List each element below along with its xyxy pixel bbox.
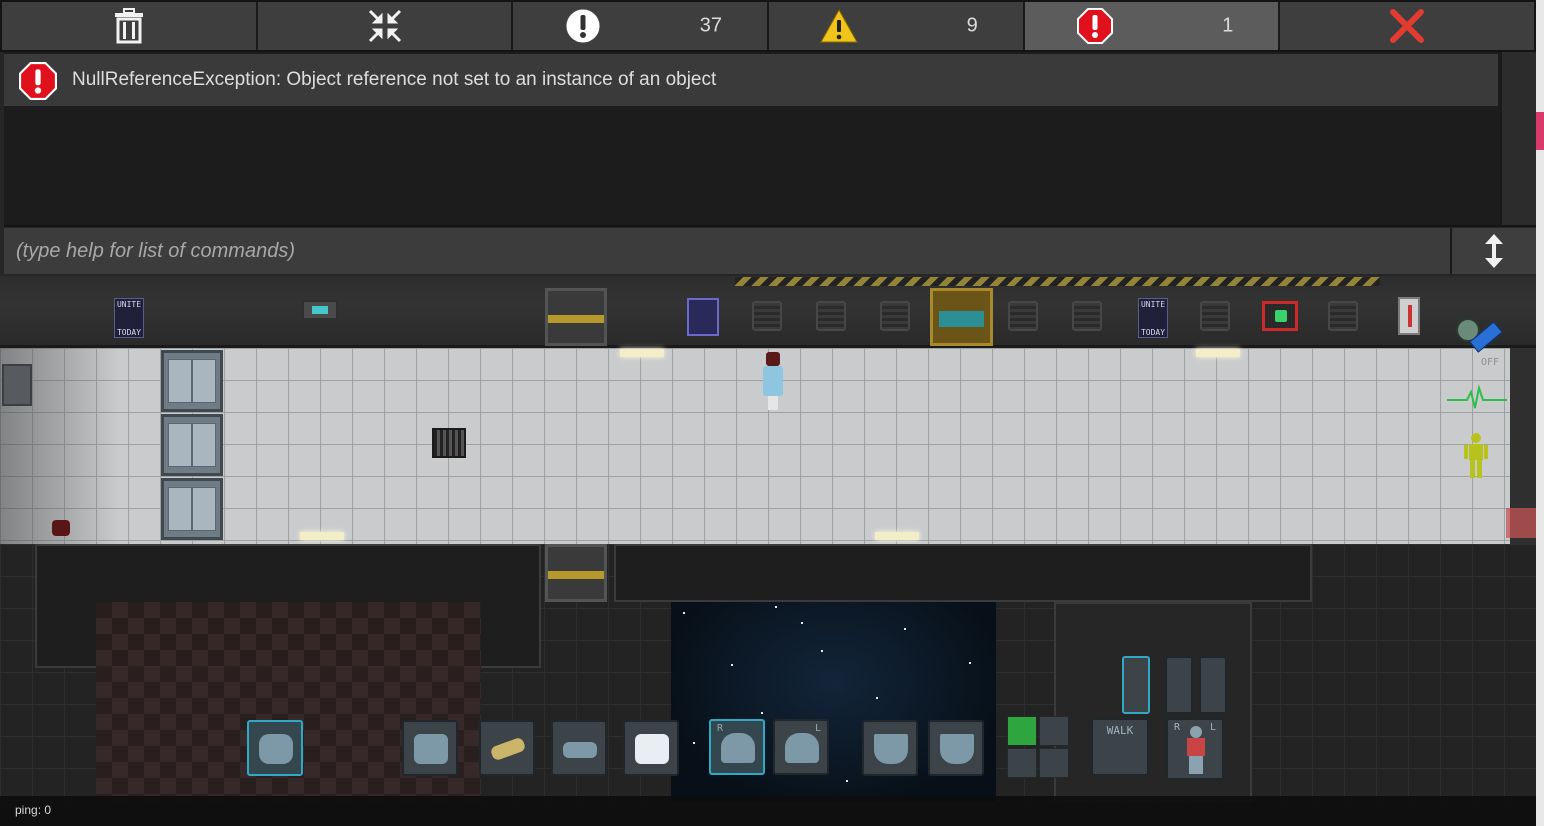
log-scrollbar[interactable] — [1500, 52, 1536, 225]
intent-selector[interactable] — [1007, 716, 1069, 778]
info-icon — [565, 8, 601, 44]
wall-vent — [816, 301, 846, 331]
ceiling-light — [1196, 349, 1240, 357]
console-input-row — [4, 228, 1536, 274]
close-console-button[interactable] — [1280, 2, 1535, 50]
wall-vent — [752, 301, 782, 331]
ceiling-light — [875, 532, 919, 540]
wall-vent — [1328, 301, 1358, 331]
station-floor[interactable] — [0, 348, 1510, 544]
storage-crate[interactable] — [2, 364, 32, 406]
floor-grate[interactable] — [432, 428, 466, 458]
collapse-button[interactable] — [257, 2, 514, 50]
alert-indicator — [1506, 508, 1538, 538]
ceiling-light — [300, 532, 344, 540]
window-edge-accent — [1536, 112, 1544, 150]
equip-mini-slot[interactable] — [1165, 656, 1193, 714]
walk-run-toggle[interactable]: WALK — [1091, 718, 1149, 776]
command-input[interactable] — [4, 228, 1450, 274]
heartbeat-icon — [1447, 384, 1507, 409]
target-zone-selector[interactable]: R L — [1166, 718, 1224, 780]
resize-console-button[interactable] — [1450, 228, 1536, 274]
fire-alarm[interactable] — [1262, 301, 1298, 331]
glass-door[interactable] — [161, 478, 223, 540]
poster-line-2: TODAY — [116, 328, 142, 337]
poster-line-1: UNITE — [1140, 300, 1166, 309]
wall-vent — [880, 301, 910, 331]
wall-terminal[interactable] — [302, 300, 338, 320]
wall-vent — [1072, 301, 1102, 331]
left-hand-slot[interactable]: L — [773, 719, 829, 775]
glass-door[interactable] — [161, 414, 223, 476]
id-card-slot[interactable] — [479, 720, 535, 776]
wall-vent — [1200, 301, 1230, 331]
error-icon — [19, 62, 57, 100]
wall-sign[interactable] — [687, 298, 719, 336]
propaganda-poster[interactable]: UNITE TODAY — [114, 298, 144, 338]
equip-mini-slot[interactable] — [1122, 656, 1150, 714]
close-x-icon — [1390, 9, 1425, 43]
trash-icon — [114, 8, 143, 44]
collapse-arrows-icon — [368, 9, 401, 43]
intent-help[interactable] — [1007, 716, 1037, 746]
warning-count: 9 — [966, 14, 978, 37]
hazard-stripe — [735, 277, 1380, 286]
small-robot[interactable] — [52, 520, 70, 536]
walk-label: WALK — [1106, 724, 1134, 737]
player-character[interactable] — [760, 350, 786, 412]
airlock-door[interactable] — [545, 288, 607, 346]
fire-extinguisher-cabinet[interactable] — [1398, 297, 1420, 335]
health-doll-icon[interactable] — [1462, 432, 1490, 480]
warning-icon — [820, 9, 858, 43]
glass-door[interactable] — [161, 350, 223, 412]
error-icon — [1076, 8, 1113, 44]
poster-line-2: TODAY — [1140, 328, 1166, 337]
vertical-resize-icon — [1485, 234, 1503, 268]
ceiling-light — [620, 349, 664, 357]
right-hand-label: R — [717, 723, 724, 734]
pocket-slot[interactable] — [862, 720, 918, 776]
warning-filter-button[interactable]: 9 — [769, 2, 1025, 50]
log-message: NullReferenceException: Object reference… — [72, 69, 717, 90]
game-window: UNITE TODAY UNITE TODAY OFF R L WALK R L… — [0, 0, 1544, 826]
status-bar: ping: 0 — [0, 796, 1536, 826]
intent-harm[interactable] — [1039, 748, 1069, 778]
info-count: 37 — [699, 14, 723, 37]
clear-log-button[interactable] — [2, 2, 258, 50]
info-filter-button[interactable]: 37 — [513, 2, 770, 50]
intent-disarm[interactable] — [1039, 716, 1069, 746]
error-count: 1 — [1222, 14, 1234, 37]
target-right-label: R — [1174, 722, 1181, 733]
right-hand-slot[interactable]: R — [709, 719, 765, 775]
wall-vent — [1008, 301, 1038, 331]
left-hand-label: L — [814, 723, 821, 734]
error-filter-button[interactable]: 1 — [1024, 2, 1281, 50]
airlock-door[interactable] — [545, 544, 607, 602]
intent-grab[interactable] — [1007, 748, 1037, 778]
target-left-label: L — [1209, 722, 1216, 733]
internals-status: OFF — [1481, 357, 1500, 368]
belt-slot[interactable] — [551, 720, 607, 776]
room-wall — [614, 544, 1312, 602]
log-entry[interactable]: NullReferenceException: Object reference… — [4, 54, 1498, 106]
propaganda-poster[interactable]: UNITE TODAY — [1138, 298, 1168, 338]
engineering-door[interactable] — [930, 288, 993, 346]
suit-slot[interactable] — [402, 720, 458, 776]
equip-mini-slot[interactable] — [1199, 656, 1227, 714]
console-toolbar: 37 9 1 — [0, 0, 1536, 52]
medkit-slot[interactable] — [623, 720, 679, 776]
pocket-slot[interactable] — [928, 720, 984, 776]
console-log[interactable]: NullReferenceException: Object reference… — [4, 52, 1536, 227]
poster-line-1: UNITE — [116, 300, 142, 309]
backpack-slot[interactable] — [247, 720, 303, 776]
ping-readout: ping: 0 — [15, 803, 52, 817]
